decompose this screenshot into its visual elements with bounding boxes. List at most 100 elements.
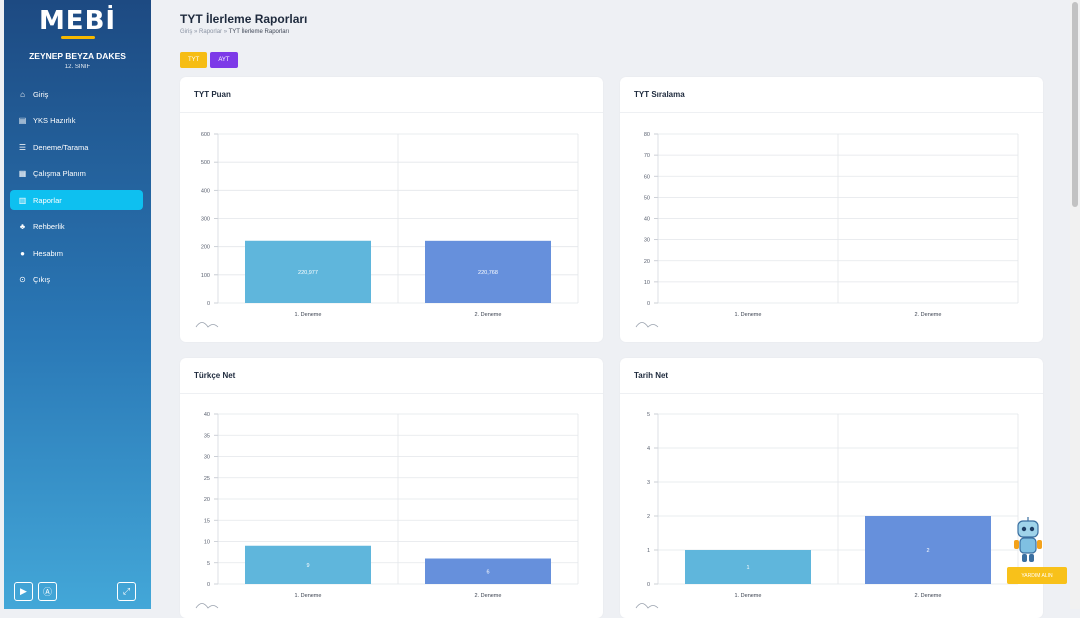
y-tick-label: 15 bbox=[204, 518, 210, 524]
y-tick-label: 30 bbox=[204, 455, 210, 461]
y-tick-label: 1 bbox=[647, 548, 650, 554]
sidebar-nav: ⌂ Giriş ▤ YKS Hazırlık ☰ Deneme/Tarama ▦ Çalışm… bbox=[4, 84, 151, 290]
chart-icon: ▥ bbox=[18, 195, 27, 205]
y-tick-label: 35 bbox=[204, 433, 210, 439]
x-tick-label: 2. Deneme bbox=[475, 593, 502, 599]
exam-tabs: TYT AYT bbox=[180, 52, 238, 68]
logo-underline bbox=[60, 36, 95, 39]
page-title: TYT İlerleme Raporları bbox=[180, 12, 308, 26]
chart-card-turkce-net: Türkçe Net 0 5 10 15 20 25 30 35 40 1. Deneme 9 2. … bbox=[180, 358, 603, 618]
y-tick-label: 300 bbox=[201, 217, 210, 223]
sidebar-item-6[interactable]: ● Hesabım bbox=[10, 243, 143, 263]
tyt-puan-chart: 0 100 200 300 400 500 600 1. Deneme 220,977 2. De… bbox=[195, 132, 579, 328]
sidebar-item-label: Hesabım bbox=[33, 248, 64, 258]
y-tick-label: 20 bbox=[644, 259, 650, 265]
chart-type-icon bbox=[635, 322, 659, 328]
bar-value-label: 220,768 bbox=[478, 270, 498, 276]
sidebar-item-label: Deneme/Tarama bbox=[33, 142, 89, 152]
help-button[interactable]: YARDIM ALIN bbox=[1007, 567, 1067, 584]
y-tick-label: 3 bbox=[647, 480, 650, 486]
sidebar-item-label: Çıkış bbox=[33, 275, 51, 284]
sidebar-item-5[interactable]: ♣ Rehberlik bbox=[10, 217, 143, 237]
sidebar-item-label: YKS Hazırlık bbox=[33, 116, 76, 125]
x-tick-label: 1. Deneme bbox=[735, 593, 762, 599]
book-icon: ▤ bbox=[18, 116, 27, 125]
x-tick-label: 2. Deneme bbox=[915, 312, 942, 318]
user-name: ZEYNEP BEYZA DAKES bbox=[29, 51, 126, 61]
tarih-net-chart: 0 1 2 3 4 5 1. Deneme 1 2. Deneme 2 bbox=[635, 412, 1019, 609]
y-tick-label: 50 bbox=[644, 195, 650, 201]
sidebar-item-3[interactable]: ▦ Çalışma Planım bbox=[10, 164, 143, 184]
bar-value-label: 9 bbox=[306, 563, 309, 569]
breadcrumb: Giriş » Raporlar » TYT İlerleme Raporlar… bbox=[180, 29, 289, 35]
y-tick-label: 100 bbox=[201, 273, 210, 279]
sidebar-item-label: Rehberlik bbox=[33, 222, 65, 231]
y-tick-label: 40 bbox=[204, 412, 210, 418]
bar-value-label: 2 bbox=[926, 548, 929, 554]
y-tick-label: 80 bbox=[644, 132, 650, 138]
sidebar-item-1[interactable]: ▤ YKS Hazırlık bbox=[10, 111, 143, 131]
sidebar-item-label: Raporlar bbox=[33, 195, 62, 205]
chart-type-icon bbox=[195, 603, 219, 609]
breadcrumb-home[interactable]: Giriş bbox=[180, 29, 192, 35]
users-icon: ♣ bbox=[19, 222, 26, 231]
sidebar-bottom-actions: ▶ Ⓐ bbox=[14, 582, 57, 601]
user-icon: ● bbox=[20, 248, 25, 258]
y-tick-label: 2 bbox=[647, 514, 650, 520]
chart-card-tyt-puan: TYT Puan 0 100 200 300 400 500 600 1. Deneme 220… bbox=[180, 77, 603, 342]
home-icon: ⌂ bbox=[20, 89, 25, 99]
tab-ayt[interactable]: AYT bbox=[210, 52, 238, 68]
y-tick-label: 0 bbox=[207, 582, 210, 588]
sidebar-item-4[interactable]: ▥ Raporlar bbox=[10, 190, 143, 210]
breadcrumb-separator: » bbox=[223, 29, 228, 35]
bar-value-label: 6 bbox=[486, 569, 489, 575]
tab-tyt[interactable]: TYT bbox=[180, 52, 208, 68]
play-store-icon[interactable]: ▶ bbox=[14, 582, 33, 601]
y-tick-label: 5 bbox=[647, 412, 650, 418]
robot-helper-icon[interactable] bbox=[1006, 517, 1050, 569]
y-tick-label: 40 bbox=[644, 217, 650, 223]
logo: MEBİ bbox=[38, 6, 117, 36]
x-tick-label: 2. Deneme bbox=[475, 312, 502, 318]
y-tick-label: 200 bbox=[201, 245, 210, 251]
sidebar-item-0[interactable]: ⌂ Giriş bbox=[10, 84, 143, 104]
user-class: 12. SINIF bbox=[64, 64, 91, 70]
chart-type-icon bbox=[635, 603, 659, 609]
bar-value-label: 220,977 bbox=[298, 270, 318, 276]
layers-icon: ☰ bbox=[18, 142, 27, 152]
sidebar-item-7[interactable]: ⊙ Çıkış bbox=[10, 270, 143, 290]
x-tick-label: 1. Deneme bbox=[295, 593, 322, 599]
y-tick-label: 60 bbox=[644, 174, 650, 180]
chart-type-icon bbox=[195, 322, 219, 328]
main-content: TYT İlerleme Raporları Giriş » Raporlar … bbox=[151, 0, 1070, 618]
x-tick-label: 1. Deneme bbox=[295, 312, 322, 318]
y-tick-label: 400 bbox=[201, 188, 210, 194]
y-tick-label: 10 bbox=[204, 540, 210, 546]
sidebar-item-label: Giriş bbox=[33, 89, 49, 99]
sidebar-item-label: Çalışma Planım bbox=[33, 169, 86, 178]
fullscreen-icon[interactable]: ⤢ bbox=[117, 582, 136, 601]
x-tick-label: 2. Deneme bbox=[915, 593, 942, 599]
y-tick-label: 0 bbox=[647, 582, 650, 588]
sidebar-item-2[interactable]: ☰ Deneme/Tarama bbox=[10, 137, 143, 157]
scrollbar[interactable] bbox=[1070, 0, 1080, 609]
y-tick-label: 10 bbox=[644, 280, 650, 286]
y-tick-label: 0 bbox=[207, 301, 210, 307]
breadcrumb-separator: » bbox=[194, 29, 198, 35]
y-tick-label: 30 bbox=[644, 238, 650, 244]
y-tick-label: 25 bbox=[204, 476, 210, 482]
y-tick-label: 0 bbox=[647, 301, 650, 307]
chart-card-tarih-net: Tarih Net 0 1 2 3 4 5 1. Deneme 1 2. Deneme 2 bbox=[620, 358, 1043, 618]
y-tick-label: 4 bbox=[647, 446, 650, 452]
breadcrumb-current: TYT İlerleme Raporları bbox=[228, 29, 290, 35]
calendar-icon: ▦ bbox=[18, 169, 27, 178]
app-store-icon[interactable]: Ⓐ bbox=[38, 582, 57, 601]
y-tick-label: 5 bbox=[207, 561, 210, 567]
scrollbar-thumb[interactable] bbox=[1072, 2, 1078, 207]
chart-card-tyt-siralama: TYT Sıralama 0 10 20 30 40 50 60 70 80 1. Deneme 2… bbox=[620, 77, 1043, 342]
logout-icon: ⊙ bbox=[19, 275, 26, 284]
y-tick-label: 20 bbox=[204, 497, 210, 503]
y-tick-label: 600 bbox=[201, 132, 210, 138]
breadcrumb-reports[interactable]: Raporlar bbox=[199, 29, 222, 35]
tyt-siralama-chart: 0 10 20 30 40 50 60 70 80 1. Deneme 2. Deneme bbox=[635, 132, 1019, 328]
